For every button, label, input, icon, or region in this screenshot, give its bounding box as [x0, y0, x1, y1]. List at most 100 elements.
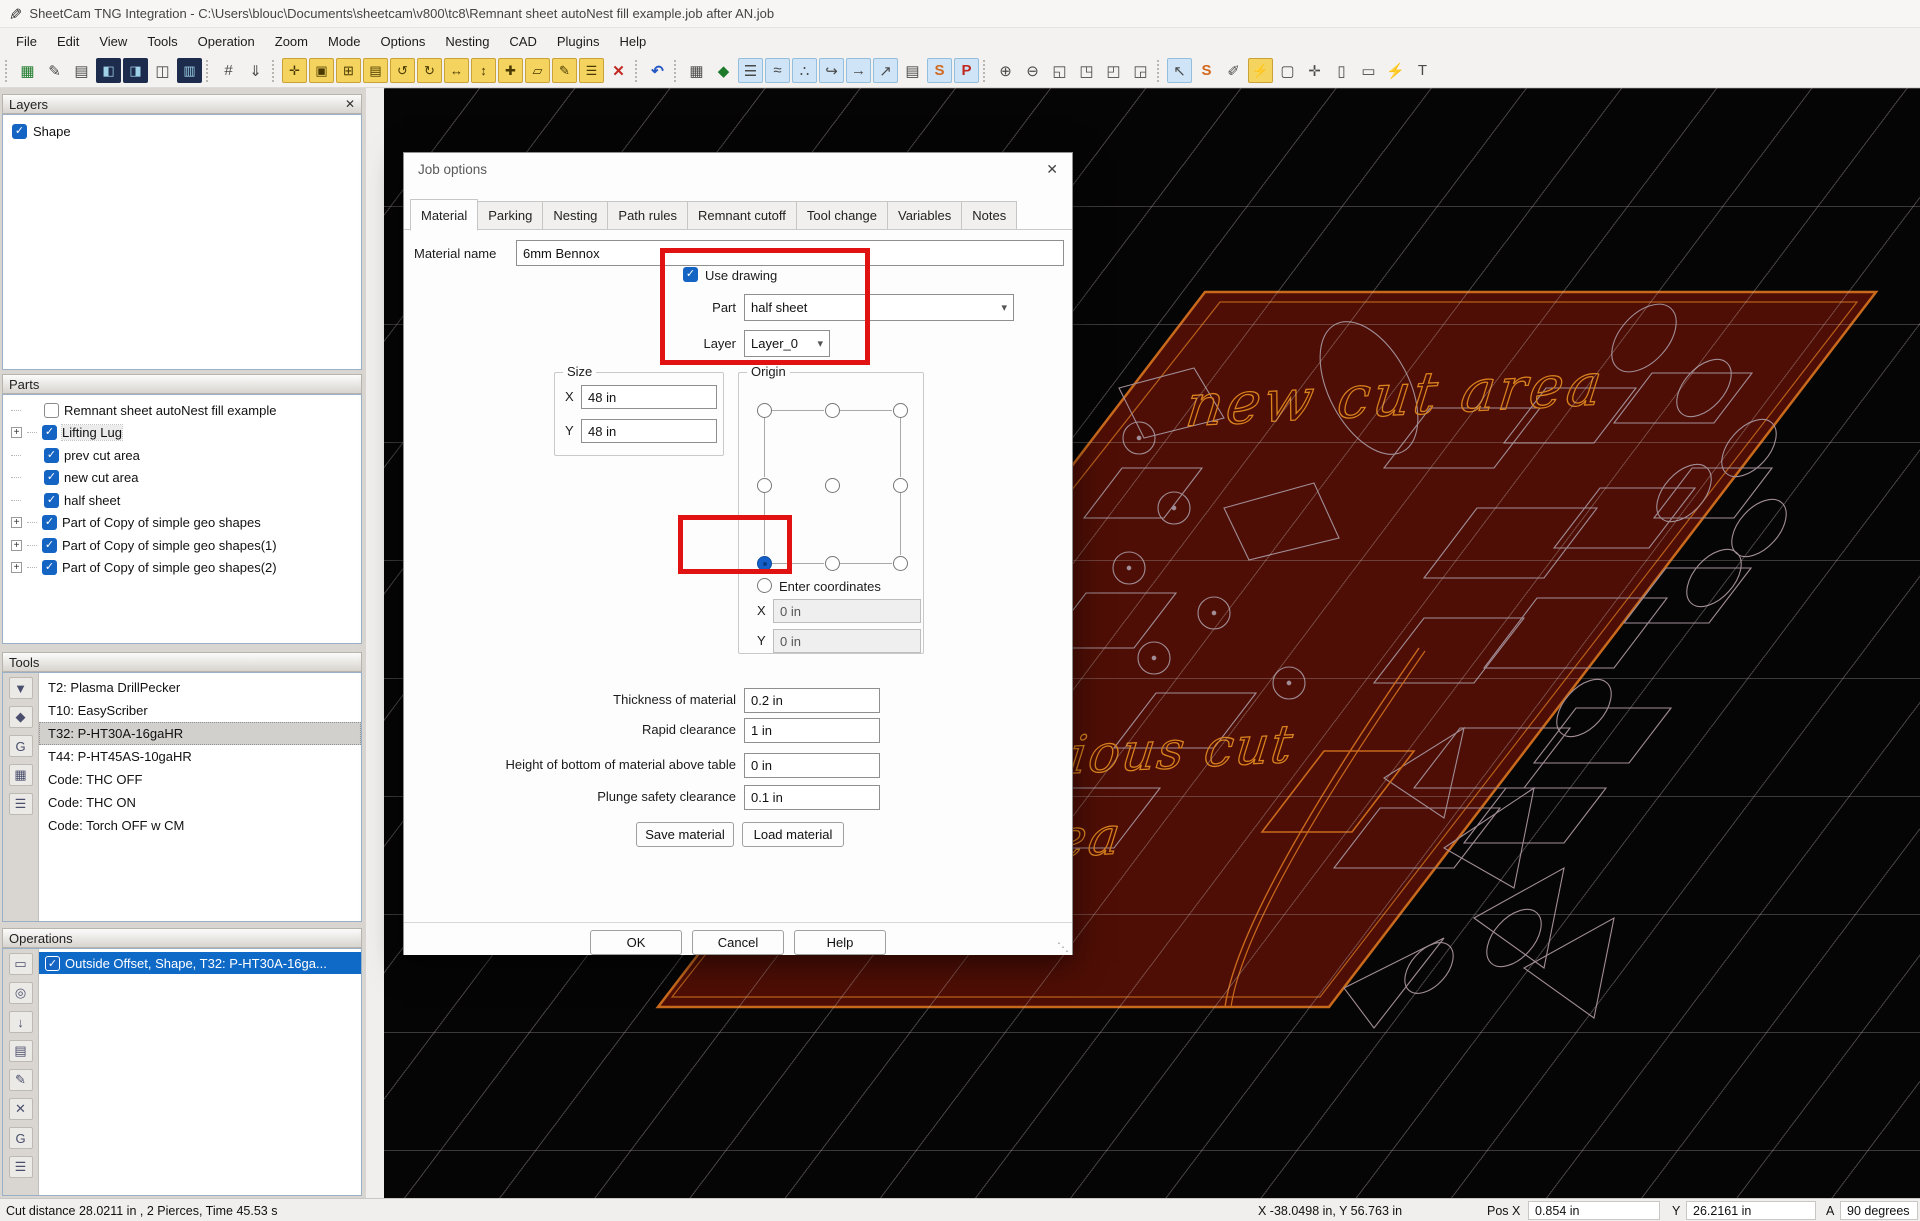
part-checkbox[interactable]: ✓: [44, 470, 59, 485]
part-checkbox[interactable]: ✓: [42, 560, 57, 575]
region-select-icon[interactable]: ▢: [1275, 58, 1300, 83]
rapid-clearance-input[interactable]: [744, 718, 880, 743]
part-row[interactable]: +✓Part of Copy of simple geo shapes: [3, 512, 361, 535]
resize-grip[interactable]: ⋱: [1057, 940, 1069, 954]
nest-part-icon[interactable]: ▤: [363, 58, 388, 83]
mirror-part-v-icon[interactable]: ↕: [471, 58, 496, 83]
mirror-part-h-icon[interactable]: ↔: [444, 58, 469, 83]
origin-top-right-radio[interactable]: [893, 403, 908, 418]
menu-mode[interactable]: Mode: [318, 30, 371, 53]
copy-part-icon[interactable]: ▣: [309, 58, 334, 83]
origin-mid-left-radio[interactable]: [757, 478, 772, 493]
operation-row-selected[interactable]: ✓ Outside Offset, Shape, T32: P-HT30A-16…: [39, 952, 361, 974]
edit-tool-table-icon[interactable]: ▤: [900, 58, 925, 83]
snap-select-icon[interactable]: S: [1194, 58, 1219, 83]
menu-edit[interactable]: Edit: [47, 30, 89, 53]
use-drawing-checkbox[interactable]: ✓: [683, 267, 698, 282]
zoom-drawing-icon[interactable]: ◰: [1101, 58, 1126, 83]
part-properties-icon[interactable]: ☰: [579, 58, 604, 83]
layers-panel-header[interactable]: Layers ✕: [2, 94, 362, 114]
measure-tool-icon[interactable]: ✛: [1302, 58, 1327, 83]
ok-button[interactable]: OK: [590, 930, 682, 955]
part-row[interactable]: ✓new cut area: [3, 467, 361, 490]
plasma-tool-icon[interactable]: ◆: [9, 706, 33, 728]
origin-x-input[interactable]: [773, 599, 921, 623]
open-job-icon[interactable]: ▦: [15, 58, 40, 83]
operations-panel-header[interactable]: Operations: [2, 928, 362, 948]
part-checkbox[interactable]: ✓: [44, 448, 59, 463]
edit-part-icon[interactable]: ✎: [552, 58, 577, 83]
tab-path-rules[interactable]: Path rules: [608, 201, 688, 231]
tab-tool-change[interactable]: Tool change: [797, 201, 888, 231]
zoom-extents-icon[interactable]: ◳: [1074, 58, 1099, 83]
menu-plugins[interactable]: Plugins: [547, 30, 610, 53]
part-checkbox[interactable]: ✓: [42, 515, 57, 530]
tab-notes[interactable]: Notes: [962, 201, 1017, 231]
part-row[interactable]: +✓Part of Copy of simple geo shapes(2): [3, 557, 361, 580]
toolbar-grip[interactable]: [5, 60, 10, 82]
sheet-op-icon[interactable]: ▤: [9, 1040, 33, 1062]
thickness-input[interactable]: [744, 688, 880, 713]
tool-grid-icon[interactable]: ▦: [9, 764, 33, 786]
part-row[interactable]: Remnant sheet autoNest fill example: [3, 399, 361, 422]
origin-top-left-radio[interactable]: [757, 403, 772, 418]
menu-help[interactable]: Help: [610, 30, 657, 53]
drill-op-icon[interactable]: ↓: [9, 1011, 33, 1033]
enter-coordinates-radio[interactable]: [757, 578, 772, 593]
plunge-clearance-input[interactable]: [744, 785, 880, 810]
edit-contour-icon[interactable]: ✐: [1221, 58, 1246, 83]
part-dropdown[interactable]: half sheet ▾: [744, 294, 1014, 321]
cancel-button[interactable]: Cancel: [692, 930, 784, 955]
array-part-icon[interactable]: ⊞: [336, 58, 361, 83]
origin-y-input[interactable]: [773, 629, 921, 653]
set-origin-icon[interactable]: ▯: [1329, 58, 1354, 83]
undo-icon[interactable]: ↶: [645, 58, 670, 83]
part-row[interactable]: ✓prev cut area: [3, 444, 361, 467]
outside-offset-icon[interactable]: ▭: [9, 953, 33, 975]
tab-remnant-cutoff[interactable]: Remnant cutoff: [688, 201, 797, 231]
expander-icon[interactable]: +: [11, 517, 22, 528]
toolbar-grip[interactable]: [272, 60, 277, 82]
zoom-window-icon[interactable]: ◱: [1047, 58, 1072, 83]
part-checkbox[interactable]: ✓: [42, 538, 57, 553]
operations-list-icon[interactable]: ☰: [738, 58, 763, 83]
save-material-button[interactable]: Save material: [636, 822, 734, 847]
delete-op-icon[interactable]: ✕: [9, 1098, 33, 1120]
menu-file[interactable]: File: [6, 30, 47, 53]
rotate-part-cw-icon[interactable]: ↻: [417, 58, 442, 83]
rotate-part-ccw-icon[interactable]: ↺: [390, 58, 415, 83]
show-ops-window-icon[interactable]: ◨: [123, 58, 148, 83]
import-drawing-icon[interactable]: ◫: [150, 58, 175, 83]
origin-bottom-right-radio[interactable]: [893, 556, 908, 571]
rapid-moves-icon[interactable]: ↗: [873, 58, 898, 83]
origin-mid-right-radio[interactable]: [893, 478, 908, 493]
print-icon[interactable]: ▤: [69, 58, 94, 83]
menu-operation[interactable]: Operation: [188, 30, 265, 53]
resize-part-icon[interactable]: ▱: [525, 58, 550, 83]
tab-parking[interactable]: Parking: [478, 201, 543, 231]
menu-cad[interactable]: CAD: [499, 30, 546, 53]
part-row[interactable]: +✓Lifting Lug: [3, 422, 361, 445]
node-editor-icon[interactable]: ∴: [792, 58, 817, 83]
scriber-mode-icon[interactable]: S: [927, 58, 952, 83]
origin-center-radio[interactable]: [825, 478, 840, 493]
expander-icon[interactable]: +: [11, 540, 22, 551]
move-part-icon[interactable]: ✚: [498, 58, 523, 83]
expander-icon[interactable]: +: [11, 427, 22, 438]
tab-variables[interactable]: Variables: [888, 201, 962, 231]
menu-tools[interactable]: Tools: [137, 30, 187, 53]
tab-material[interactable]: Material: [410, 199, 478, 231]
tool-row[interactable]: Code: Torch OFF w CM: [39, 814, 361, 837]
tool-row[interactable]: T10: EasyScriber: [39, 699, 361, 722]
tool-row[interactable]: T44: P-HT45AS-10gaHR: [39, 745, 361, 768]
edit-op-icon[interactable]: ✎: [9, 1069, 33, 1091]
menu-nesting[interactable]: Nesting: [435, 30, 499, 53]
toolbar-grip[interactable]: [1157, 60, 1162, 82]
toolbar-grip[interactable]: [635, 60, 640, 82]
part-row[interactable]: ✓half sheet: [3, 489, 361, 512]
tools-panel-header[interactable]: Tools: [2, 652, 362, 672]
layer-checkbox[interactable]: ✓: [12, 124, 27, 139]
pierce-points-icon[interactable]: P: [954, 58, 979, 83]
parts-panel-header[interactable]: Parts: [2, 374, 362, 394]
operation-checkbox[interactable]: ✓: [45, 956, 60, 971]
